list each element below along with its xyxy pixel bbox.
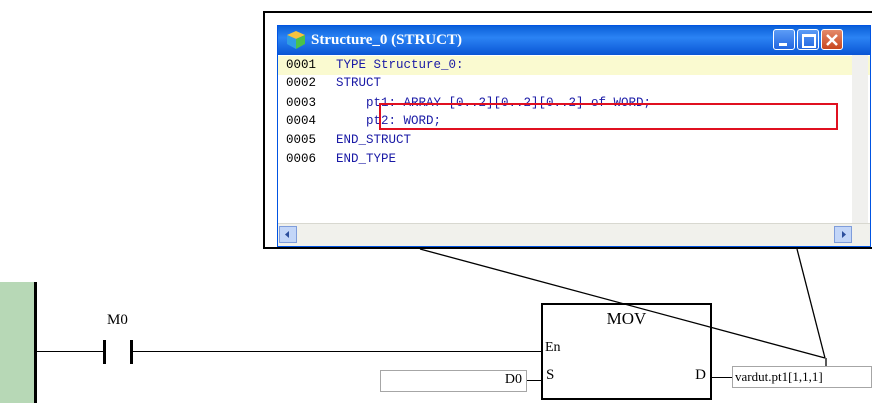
contact-right-bar[interactable] — [130, 340, 133, 364]
pin-s: S — [546, 367, 555, 383]
code-text: STRUCT — [336, 76, 382, 90]
close-icon — [826, 34, 838, 46]
contact-label: M0 — [107, 312, 128, 328]
structure-icon — [286, 30, 306, 55]
output-d-field[interactable]: vardut.pt1[1,1,1] — [732, 366, 872, 388]
line-number: 0005 — [286, 133, 317, 147]
code-text: END_TYPE — [336, 152, 397, 166]
minimize-icon — [779, 43, 787, 46]
contact-left-bar[interactable] — [103, 340, 106, 364]
pin-d: D — [695, 367, 706, 383]
wire-to-en — [133, 351, 541, 352]
line-number: 0004 — [286, 114, 317, 128]
scroll-right-button[interactable] — [834, 226, 852, 243]
code-line: 0005 END_STRUCT — [286, 133, 411, 151]
code-text: END_STRUCT — [336, 133, 412, 147]
code-editor[interactable]: 0001 TYPE Structure_0: 0002 STRUCT 0003 pt… — [278, 55, 870, 224]
title-bar[interactable]: Structure_0 (STRUCT) — [278, 26, 870, 55]
code-line: 0002 STRUCT — [286, 76, 381, 94]
block-name: MOV — [606, 309, 647, 328]
line-number: 0002 — [286, 76, 317, 90]
line-number: 0006 — [286, 152, 317, 166]
wire-to-s — [527, 380, 541, 381]
input-s-field[interactable]: D0 — [380, 370, 527, 392]
wire-rung — [37, 351, 103, 352]
horizontal-scrollbar[interactable] — [278, 223, 870, 246]
close-button[interactable] — [821, 29, 843, 50]
scroll-left-button[interactable] — [279, 226, 297, 243]
input-s-value: D0 — [504, 372, 522, 387]
mov-function-block[interactable]: MOV En S D — [541, 303, 712, 400]
struct-window: Structure_0 (STRUCT) 0001 TYPE Structure_… — [277, 25, 871, 247]
code-line: 0001 TYPE Structure_0: — [286, 58, 464, 76]
arrow-left-icon — [285, 231, 289, 238]
code-line: 0006 END_TYPE — [286, 152, 396, 170]
pin-en: En — [545, 340, 561, 355]
power-rail — [0, 282, 34, 403]
line-number: 0001 — [286, 58, 317, 72]
line-number: 0003 — [286, 96, 317, 110]
vertical-scrollbar[interactable] — [852, 55, 868, 224]
wire-from-d — [712, 377, 732, 378]
power-rail-line — [34, 282, 37, 403]
code-text: TYPE Structure_0: — [336, 58, 464, 72]
maximize-button[interactable] — [797, 29, 819, 50]
arrow-right-icon — [842, 231, 846, 238]
maximize-icon — [802, 34, 816, 48]
minimize-button[interactable] — [773, 29, 795, 50]
highlight-box — [379, 103, 838, 130]
window-title: Structure_0 (STRUCT) — [311, 32, 462, 48]
output-d-value: vardut.pt1[1,1,1] — [735, 369, 823, 384]
